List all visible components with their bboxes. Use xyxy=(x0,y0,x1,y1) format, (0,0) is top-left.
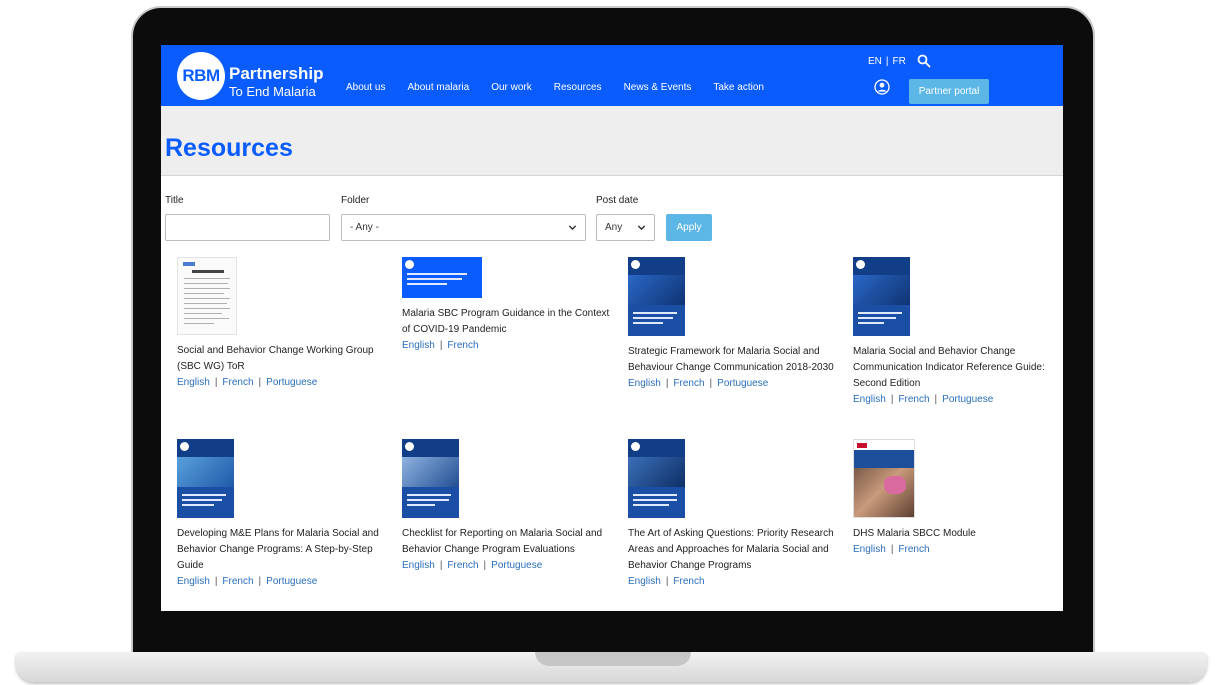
language-switcher: EN | FR xyxy=(868,56,906,67)
resource-title[interactable]: The Art of Asking Questions: Priority Re… xyxy=(628,526,840,574)
resource-links: English | French | Portuguese xyxy=(402,560,543,571)
logo-line1: Partnership xyxy=(229,64,324,83)
resource-thumbnail[interactable] xyxy=(853,439,915,518)
resource-links: English | French xyxy=(853,544,930,555)
folder-select-value: - Any - xyxy=(350,222,379,233)
logo-mark: RBM xyxy=(182,66,220,85)
link-english[interactable]: English xyxy=(853,394,886,405)
resource-card: Strategic Framework for Malaria Social a… xyxy=(628,257,840,392)
link-french[interactable]: French xyxy=(447,560,478,571)
resource-thumbnail[interactable] xyxy=(177,439,234,518)
resource-links: English | French xyxy=(402,340,479,351)
resource-links: English | French | Portuguese xyxy=(177,576,318,587)
nav-about-malaria[interactable]: About malaria xyxy=(407,82,469,93)
resource-title[interactable]: Social and Behavior Change Working Group… xyxy=(177,343,389,375)
resource-thumbnail[interactable] xyxy=(402,257,482,298)
resource-card: DHS Malaria SBCC Module English | French xyxy=(853,439,1063,558)
resource-card: Checklist for Reporting on Malaria Socia… xyxy=(402,439,614,574)
link-french[interactable]: French xyxy=(673,576,704,587)
logo-text[interactable]: Partnership To End Malaria xyxy=(229,64,323,99)
rbm-logo[interactable]: RBM xyxy=(177,52,225,100)
resource-thumbnail[interactable] xyxy=(628,257,685,336)
link-english[interactable]: English xyxy=(177,576,210,587)
link-french[interactable]: French xyxy=(222,377,253,388)
resource-links: English | French | Portuguese xyxy=(628,378,769,389)
resource-title[interactable]: Strategic Framework for Malaria Social a… xyxy=(628,344,840,376)
resource-title[interactable]: Checklist for Reporting on Malaria Socia… xyxy=(402,526,614,558)
partner-portal-button[interactable]: Partner portal xyxy=(909,79,989,104)
resource-card: Social and Behavior Change Working Group… xyxy=(177,257,389,391)
link-portuguese[interactable]: Portuguese xyxy=(491,560,542,571)
lang-en[interactable]: EN xyxy=(868,56,882,67)
resource-thumbnail[interactable] xyxy=(853,257,910,336)
folder-filter-label: Folder xyxy=(341,195,370,206)
resource-thumbnail[interactable] xyxy=(177,257,237,335)
title-filter-label: Title xyxy=(165,195,184,206)
link-portuguese[interactable]: Portuguese xyxy=(266,377,317,388)
main-nav: About us About malaria Our work Resource… xyxy=(346,82,786,93)
resource-card: The Art of Asking Questions: Priority Re… xyxy=(628,439,840,590)
user-account-icon[interactable] xyxy=(874,79,890,95)
resource-title[interactable]: Malaria Social and Behavior Change Commu… xyxy=(853,344,1063,392)
search-icon[interactable] xyxy=(917,54,931,68)
logo-line2: To End Malaria xyxy=(229,84,316,99)
resource-links: English | French | Portuguese xyxy=(853,394,994,405)
link-english[interactable]: English xyxy=(628,576,661,587)
nav-resources[interactable]: Resources xyxy=(554,82,602,93)
lang-separator: | xyxy=(885,56,889,67)
link-french[interactable]: French xyxy=(447,340,478,351)
resource-title[interactable]: DHS Malaria SBCC Module xyxy=(853,526,1063,542)
resource-card: Developing M&E Plans for Malaria Social … xyxy=(177,439,389,590)
post-date-select[interactable]: Any xyxy=(596,214,655,241)
chevron-down-icon xyxy=(568,225,577,231)
resource-thumbnail[interactable] xyxy=(628,439,685,518)
link-portuguese[interactable]: Portuguese xyxy=(266,576,317,587)
nav-our-work[interactable]: Our work xyxy=(491,82,532,93)
page-title: Resources xyxy=(165,134,293,162)
link-english[interactable]: English xyxy=(402,560,435,571)
lang-fr[interactable]: FR xyxy=(893,56,906,67)
title-filter-input[interactable] xyxy=(165,214,330,241)
title-band: Resources xyxy=(161,106,1063,176)
link-portuguese[interactable]: Portuguese xyxy=(717,378,768,389)
link-portuguese[interactable]: Portuguese xyxy=(942,394,993,405)
apply-button[interactable]: Apply xyxy=(666,214,712,241)
link-english[interactable]: English xyxy=(853,544,886,555)
link-french[interactable]: French xyxy=(222,576,253,587)
resource-thumbnail[interactable] xyxy=(402,439,459,518)
post-date-filter-label: Post date xyxy=(596,195,639,206)
resource-card: Malaria Social and Behavior Change Commu… xyxy=(853,257,1063,408)
resource-title[interactable]: Malaria SBC Program Guidance in the Cont… xyxy=(402,306,614,338)
resource-links: English | French | Portuguese xyxy=(177,377,318,388)
link-french[interactable]: French xyxy=(898,394,929,405)
site-header: RBM Partnership To End Malaria About us … xyxy=(161,45,1063,106)
browser-screen: RBM Partnership To End Malaria About us … xyxy=(161,45,1063,611)
nav-about-us[interactable]: About us xyxy=(346,82,385,93)
folder-select[interactable]: - Any - xyxy=(341,214,586,241)
link-french[interactable]: French xyxy=(898,544,929,555)
link-french[interactable]: French xyxy=(673,378,704,389)
chevron-down-icon xyxy=(637,225,646,231)
resource-title[interactable]: Developing M&E Plans for Malaria Social … xyxy=(177,526,389,574)
resource-card: Malaria SBC Program Guidance in the Cont… xyxy=(402,257,614,354)
link-english[interactable]: English xyxy=(177,377,210,388)
link-english[interactable]: English xyxy=(628,378,661,389)
resource-links: English | French xyxy=(628,576,705,587)
nav-take-action[interactable]: Take action xyxy=(713,82,764,93)
nav-news-events[interactable]: News & Events xyxy=(624,82,692,93)
link-english[interactable]: English xyxy=(402,340,435,351)
post-date-select-value: Any xyxy=(605,222,623,233)
laptop-notch xyxy=(535,652,691,666)
